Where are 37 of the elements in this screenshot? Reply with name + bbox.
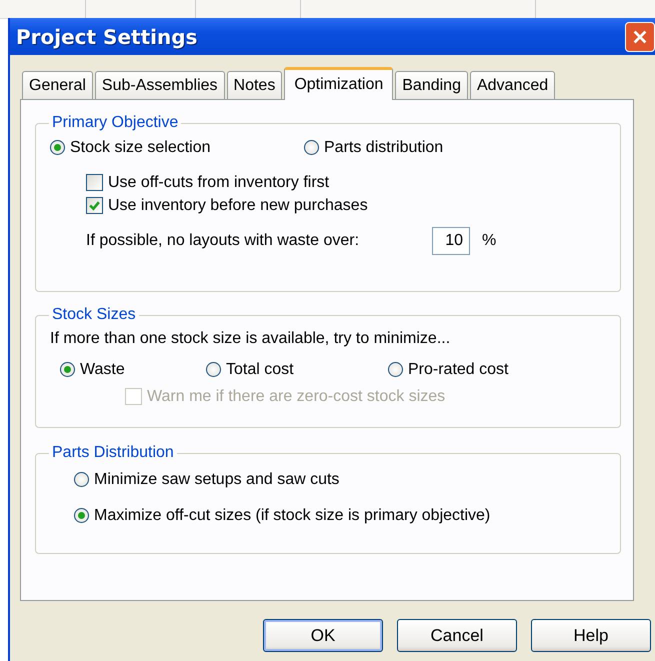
radio-label: Parts distribution (324, 138, 444, 156)
radio-button[interactable] (74, 472, 89, 487)
percent-unit: % (482, 232, 496, 250)
tab[interactable]: Optimization (284, 67, 394, 100)
radio-button[interactable] (388, 362, 403, 377)
tab[interactable]: Banding (395, 71, 468, 99)
waste-input[interactable]: 10 (432, 227, 470, 255)
radio-label: Minimize saw setups and saw cuts (94, 470, 340, 488)
dialog-button[interactable]: Help (531, 619, 651, 652)
checkbox-label: Warn me if there are zero-cost stock sizes (147, 388, 446, 406)
waste-label: If possible, no layouts with waste over: (86, 232, 360, 250)
close-button[interactable] (625, 22, 655, 52)
radio-button[interactable] (304, 140, 319, 155)
radio-label: Pro-rated cost (408, 360, 508, 378)
checkbox[interactable] (86, 174, 103, 191)
checkbox[interactable] (86, 197, 103, 214)
tab[interactable]: Notes (226, 71, 282, 99)
radio-button[interactable] (60, 362, 75, 377)
group-title: Parts Distribution (51, 444, 175, 462)
checkbox-label: Use off-cuts from inventory first (108, 174, 330, 192)
radio-label: Total cost (226, 360, 294, 378)
dialog-button[interactable]: Cancel (397, 619, 517, 652)
radio-label: Maximize off-cut sizes (if stock size is primary objective) (94, 506, 490, 524)
checkbox-label: Use inventory before new purchases (108, 196, 368, 214)
radio-button[interactable] (50, 140, 65, 155)
dialog-button[interactable]: OK (263, 619, 383, 652)
group-title: Primary Objective (51, 114, 180, 132)
window-title: Project Settings (16, 24, 198, 48)
tab[interactable]: Advanced (470, 71, 556, 99)
radio-button[interactable] (206, 362, 221, 377)
radio-label: Stock size selection (70, 138, 211, 156)
group-title: Stock Sizes (51, 306, 137, 324)
radio-button[interactable] (74, 508, 89, 523)
tab[interactable]: General (22, 71, 93, 99)
tab[interactable]: Sub-Assemblies (94, 71, 225, 99)
radio-label: Waste (80, 360, 125, 378)
prompt-text: If more than one stock size is available, try to minimize... (50, 330, 452, 349)
